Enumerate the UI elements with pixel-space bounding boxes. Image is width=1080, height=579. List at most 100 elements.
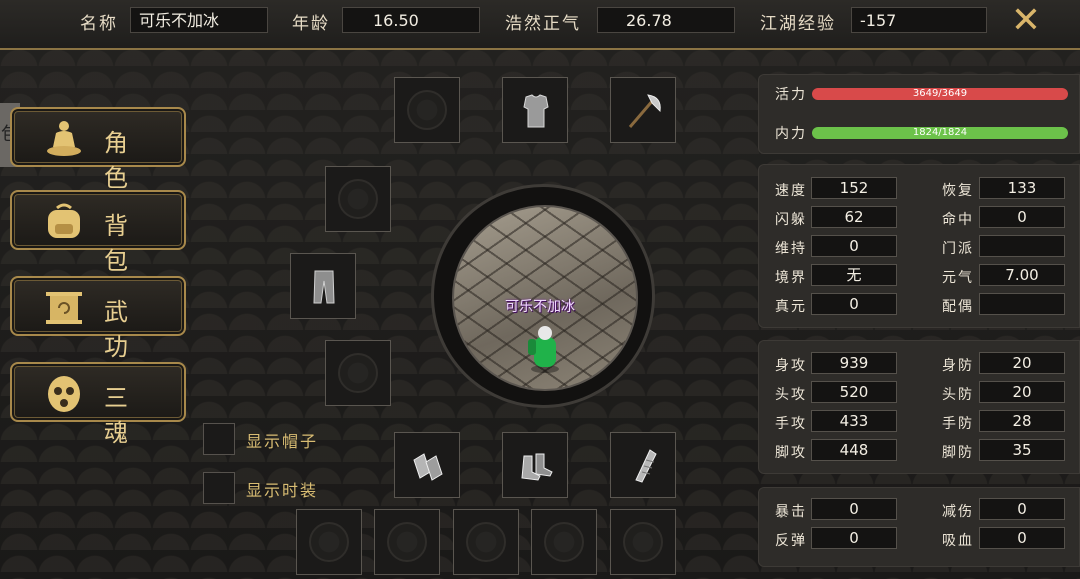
realm-label: 境界 (775, 270, 807, 286)
foot-defense-value: 35 (979, 439, 1065, 461)
slot-emblem-icon (338, 179, 378, 219)
lifesteal-label: 吸血 (942, 533, 974, 549)
equip-slot-cape[interactable] (610, 432, 676, 498)
slot-emblem-icon (407, 90, 447, 130)
speed-value: 152 (811, 177, 897, 199)
show-hat-checkbox[interactable] (203, 423, 235, 455)
dodge-label: 闪躲 (775, 212, 807, 228)
menu-soul-button[interactable]: 三魂 (10, 362, 186, 447)
cape-icon (635, 449, 657, 483)
top-bar: 名称 可乐不加冰 年龄 16.50 浩然正气 26.78 江湖经验 -157 ✕ (0, 0, 1080, 50)
equip-slot-empty[interactable] (325, 166, 391, 232)
equip-slot-pants[interactable] (290, 253, 356, 319)
righteous-label: 浩然正气 (505, 14, 581, 34)
mp-label: 内力 (775, 126, 807, 142)
mask-icon (48, 376, 80, 412)
crit-value: 0 (811, 498, 897, 520)
head-attack-value: 520 (811, 381, 897, 403)
qi-label: 元气 (942, 270, 974, 286)
body-attack-label: 身攻 (775, 358, 807, 374)
mp-bar: 1824/1824 (812, 127, 1068, 139)
hit-label: 命中 (942, 212, 974, 228)
equip-slot-empty[interactable] (453, 509, 519, 575)
menu-character-label: 角色 (104, 129, 146, 192)
reflect-value: 0 (811, 527, 897, 549)
foot-attack-value: 448 (811, 439, 897, 461)
hit-value: 0 (979, 206, 1065, 228)
name-field: 可乐不加冰 (130, 7, 268, 33)
crit-label: 暴击 (775, 504, 807, 520)
hp-label: 活力 (775, 87, 807, 103)
head-defense-label: 头防 (942, 387, 974, 403)
menu-backpack-label: 背包 (104, 212, 146, 275)
backpack-icon (48, 203, 80, 238)
hand-attack-label: 手攻 (775, 416, 807, 432)
show-hat-label: 显示帽子 (246, 432, 319, 451)
equip-slot-armor[interactable] (502, 77, 568, 143)
equip-slot-weapon[interactable] (610, 77, 676, 143)
menu-martial-button[interactable]: 武功 (10, 276, 186, 361)
slot-emblem-icon (338, 353, 378, 393)
equip-slot-empty[interactable] (296, 509, 362, 575)
menu-soul-label: 三魂 (104, 384, 146, 447)
name-label: 名称 (80, 14, 118, 34)
slot-emblem-icon (309, 522, 349, 562)
hp-bar: 3649/3649 (812, 88, 1068, 100)
equip-slot-empty[interactable] (394, 77, 460, 143)
spouse-label: 配偶 (942, 299, 974, 315)
body-defense-label: 身防 (942, 358, 974, 374)
character-name-tag: 可乐不加冰 (505, 299, 575, 315)
lifesteal-value: 0 (979, 527, 1065, 549)
equip-slot-empty[interactable] (325, 340, 391, 406)
character-sprite-icon (528, 326, 559, 373)
head-attack-label: 头攻 (775, 387, 807, 403)
age-label: 年龄 (292, 14, 330, 34)
mp-text: 1824/1824 (912, 127, 968, 138)
menu-character-button[interactable]: 角色 (10, 107, 186, 192)
slot-emblem-icon (623, 522, 663, 562)
body-defense-value: 20 (979, 352, 1065, 374)
scroll-icon (46, 292, 82, 324)
slot-emblem-icon (466, 522, 506, 562)
recover-value: 133 (979, 177, 1065, 199)
head-defense-value: 20 (979, 381, 1065, 403)
close-button[interactable]: ✕ (1008, 3, 1044, 39)
show-fashion-checkbox[interactable] (203, 472, 235, 504)
hp-text: 3649/3649 (912, 88, 968, 99)
equip-slot-empty[interactable] (531, 509, 597, 575)
sect-label: 门派 (942, 241, 974, 257)
pants-icon (313, 270, 335, 304)
foot-attack-label: 脚攻 (775, 445, 807, 461)
hand-defense-value: 28 (979, 410, 1065, 432)
body-attack-value: 939 (811, 352, 897, 374)
age-field: 16.50 (342, 7, 480, 33)
hand-attack-value: 433 (811, 410, 897, 432)
dodge-value: 62 (811, 206, 897, 228)
damage-reduce-label: 减伤 (942, 504, 974, 520)
true-essence-value: 0 (811, 293, 897, 315)
equip-slot-empty[interactable] (374, 509, 440, 575)
axe-icon (628, 94, 661, 128)
meditating-figure-icon (47, 121, 81, 156)
equip-slot-boots[interactable] (502, 432, 568, 498)
true-essence-label: 真元 (775, 299, 807, 315)
equip-slot-bracers[interactable] (394, 432, 460, 498)
equip-slot-empty[interactable] (610, 509, 676, 575)
menu-martial-label: 武功 (104, 298, 146, 361)
damage-reduce-value: 0 (979, 498, 1065, 520)
bracers-icon (413, 453, 443, 481)
show-fashion-label: 显示时装 (246, 481, 319, 500)
spouse-value (979, 293, 1065, 315)
menu-backpack-button[interactable]: 背包 (10, 190, 186, 275)
slot-emblem-icon (387, 522, 427, 562)
foot-defense-label: 脚防 (942, 445, 974, 461)
boots-icon (521, 453, 553, 481)
close-icon: ✕ (1010, 0, 1042, 41)
exp-label: 江湖经验 (760, 14, 836, 34)
exp-field: -157 (851, 7, 987, 33)
qi-value: 7.00 (979, 264, 1065, 286)
sect-value (979, 235, 1065, 257)
hand-defense-label: 手防 (942, 416, 974, 432)
sustain-value: 0 (811, 235, 897, 257)
righteous-field: 26.78 (597, 7, 735, 33)
